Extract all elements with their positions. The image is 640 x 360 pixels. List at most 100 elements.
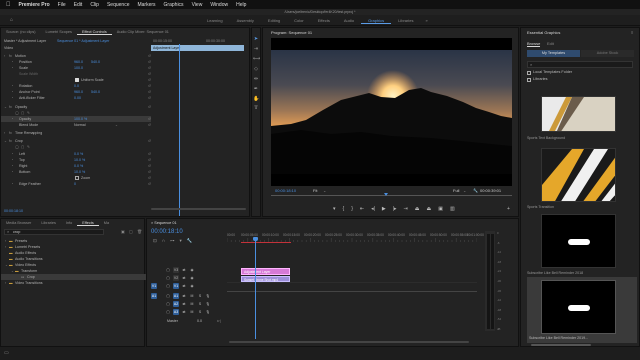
workspace-graphics[interactable]: Graphics: [361, 18, 392, 24]
step-forward-icon[interactable]: |▸: [393, 206, 397, 212]
timeline-playhead[interactable]: [255, 239, 256, 339]
master-track-value[interactable]: 0.0: [197, 319, 202, 323]
mic-icon[interactable]: 🎙: [205, 309, 211, 315]
property-anti-flicker[interactable]: ◔ Anti-flicker Filter 0.00 ↺: [1, 95, 151, 101]
menu-edit[interactable]: Edit: [70, 2, 87, 8]
property-blend-mode[interactable]: Blend Mode Normal ⌄ ↺: [1, 122, 151, 128]
clip-adjustment-layer[interactable]: Adjustment Layer: [241, 268, 290, 275]
scope-adobe-stock[interactable]: Adobe Stock: [581, 50, 634, 57]
go-to-out-icon[interactable]: ⇥: [404, 206, 408, 212]
ec-clip-bar[interactable]: Adjustment Layer: [151, 45, 244, 51]
menu-view[interactable]: View: [188, 2, 207, 8]
menu-sequence[interactable]: Sequence: [103, 2, 134, 8]
source-patch-a1[interactable]: A1: [151, 293, 157, 299]
track-label-a1[interactable]: A1: [173, 293, 179, 299]
chevron-down-icon[interactable]: ⌄: [115, 122, 118, 128]
menu-graphics[interactable]: Graphics: [160, 2, 188, 8]
go-to-in-icon[interactable]: ⇤: [360, 206, 364, 212]
expand-icon[interactable]: ›: [4, 130, 5, 136]
mute-button[interactable]: M: [189, 309, 195, 315]
menu-window[interactable]: Window: [206, 2, 232, 8]
menu-file[interactable]: File: [54, 2, 70, 8]
workspace-libraries[interactable]: Libraries: [391, 18, 420, 23]
mute-button[interactable]: M: [189, 301, 195, 307]
sync-lock-icon[interactable]: ⇄: [181, 275, 187, 281]
tab-effects[interactable]: Effects: [77, 221, 99, 226]
mute-button[interactable]: M: [189, 293, 195, 299]
mark-in-icon[interactable]: {: [343, 206, 345, 212]
lock-icon[interactable]: ▢: [165, 309, 171, 315]
template-search-input[interactable]: ⌕: [527, 61, 633, 68]
timeline-timecode[interactable]: 00:00:18:10: [151, 229, 183, 235]
mic-icon[interactable]: 🎙: [205, 301, 211, 307]
workspace-editing[interactable]: Editing: [261, 18, 287, 23]
track-label-a3[interactable]: A3: [173, 309, 179, 315]
lock-icon[interactable]: ▢: [165, 275, 171, 281]
reset-icon[interactable]: ↺: [148, 122, 151, 128]
selection-tool-icon[interactable]: ➤: [253, 36, 259, 42]
tab-lumetri-scopes[interactable]: Lumetri Scopes: [41, 30, 77, 34]
sync-lock-icon[interactable]: ⇄: [181, 283, 187, 289]
lift-icon[interactable]: ⏏: [415, 206, 420, 212]
reset-icon[interactable]: ↺: [148, 95, 151, 101]
stopwatch-icon[interactable]: ◔: [11, 181, 13, 187]
razor-tool-icon[interactable]: ◇: [253, 66, 259, 72]
mic-icon[interactable]: 🎙: [205, 293, 211, 299]
track-label-v1[interactable]: V1: [173, 283, 179, 289]
tab-markers[interactable]: Ma: [99, 221, 114, 225]
track-label-v3[interactable]: V3: [173, 267, 179, 273]
workspace-effects[interactable]: Effects: [311, 18, 337, 23]
template-thumb-1[interactable]: [541, 96, 616, 132]
play-icon[interactable]: ▶: [382, 206, 386, 212]
ec-footer-timecode[interactable]: 00:00:18:10: [4, 209, 23, 213]
tab-browse[interactable]: Browse: [527, 41, 541, 47]
sync-lock-icon[interactable]: ⇄: [181, 301, 187, 307]
program-scrubber[interactable]: [271, 195, 512, 196]
linked-selection-icon[interactable]: ⊶: [170, 238, 175, 244]
home-icon[interactable]: ⌂: [10, 18, 15, 23]
nest-icon[interactable]: ⊡: [153, 238, 157, 244]
scope-my-templates[interactable]: My Templates: [527, 50, 580, 57]
snap-icon[interactable]: ∩: [162, 238, 165, 244]
workspace-audio[interactable]: Audio: [337, 18, 361, 23]
add-button-icon[interactable]: +: [507, 206, 510, 212]
tab-edit[interactable]: Edit: [547, 41, 554, 46]
add-marker-icon[interactable]: ▾: [333, 206, 336, 212]
new-item-icon[interactable]: ▢: [129, 229, 133, 234]
eye-icon[interactable]: ◉: [189, 283, 195, 289]
tab-effect-controls[interactable]: Effect Controls: [76, 30, 112, 35]
expand-icon[interactable]: ›: [5, 280, 6, 286]
solo-button[interactable]: S: [197, 293, 203, 299]
add-marker-icon[interactable]: ▾: [180, 238, 182, 244]
timeline-tab[interactable]: × Sequence 01: [151, 219, 177, 227]
step-back-icon[interactable]: ◂|: [371, 206, 375, 212]
settings-wrench-icon[interactable]: 🔧: [187, 238, 193, 244]
chevron-down-icon[interactable]: ⌄: [463, 188, 466, 193]
workspace-assembly[interactable]: Assembly: [230, 18, 261, 23]
thumbnail-size-slider[interactable]: [531, 344, 591, 346]
program-playhead[interactable]: [384, 193, 388, 196]
template-thumb-3[interactable]: [541, 214, 616, 268]
solo-button[interactable]: S: [197, 301, 203, 307]
ec-playhead[interactable]: [179, 44, 180, 216]
property-edge-feather[interactable]: ◔ Edge Feather 0 ↺: [1, 181, 151, 187]
libraries-checkbox[interactable]: [527, 78, 531, 82]
local-templates-checkbox[interactable]: [527, 71, 531, 75]
program-timecode[interactable]: 00:00:18:10: [275, 188, 296, 193]
reset-icon[interactable]: ↺: [148, 181, 151, 187]
master-track-icon[interactable]: ⊳|: [217, 319, 221, 323]
track-label-v2[interactable]: V2: [173, 275, 179, 281]
ec-scrollbar[interactable]: [151, 208, 246, 210]
mark-out-icon[interactable]: }: [351, 206, 353, 212]
tab-libraries[interactable]: Libraries: [36, 221, 61, 225]
lock-icon[interactable]: ▢: [165, 293, 171, 299]
rect-mask-icon[interactable]: ▢: [21, 144, 24, 150]
sync-lock-icon[interactable]: ⇄: [181, 309, 187, 315]
fit-dropdown[interactable]: Fit: [313, 188, 317, 193]
source-patch-v1[interactable]: V1: [151, 283, 157, 289]
eye-icon[interactable]: ◉: [189, 267, 195, 273]
menu-app[interactable]: Premiere Pro: [15, 2, 54, 8]
apple-icon[interactable]: : [0, 2, 15, 8]
program-monitor-title[interactable]: Program: Sequence 01: [271, 30, 312, 35]
master-label[interactable]: Master * Adjustment Layer: [4, 38, 46, 44]
